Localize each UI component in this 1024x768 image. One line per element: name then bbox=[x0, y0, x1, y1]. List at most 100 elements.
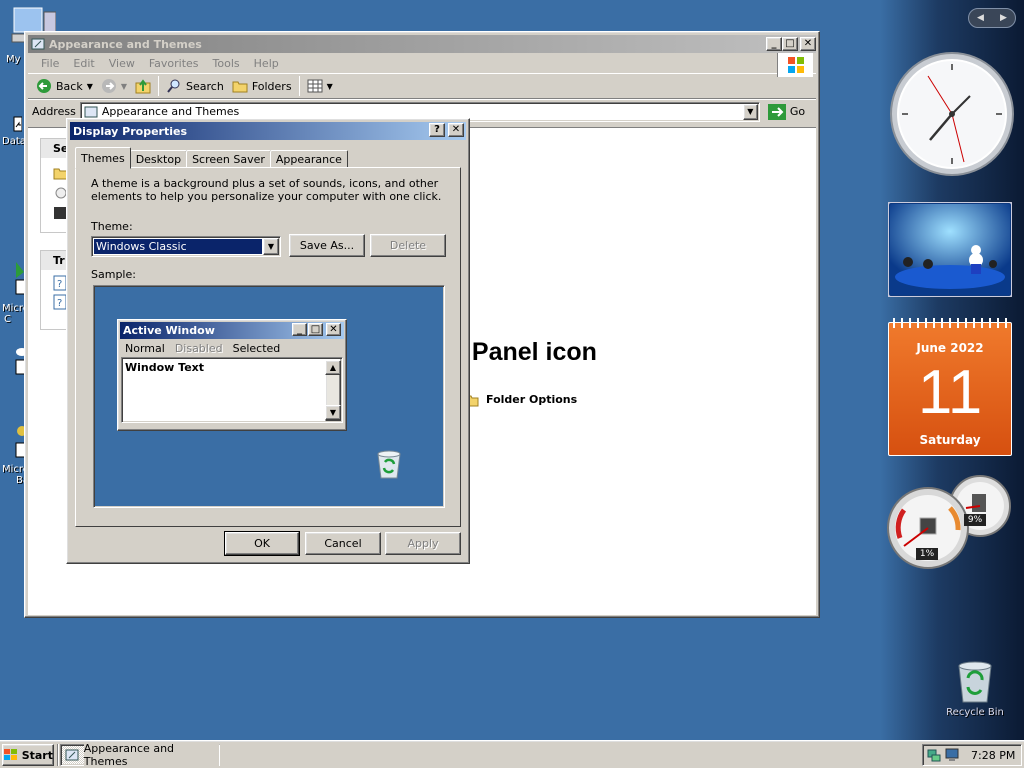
themes-panel: A theme is a background plus a set of so… bbox=[75, 167, 461, 527]
recycle-bin-icon bbox=[377, 450, 401, 479]
menu-edit[interactable]: Edit bbox=[66, 57, 101, 70]
taskbar: Start Appearance and Themes 7:28 PM bbox=[0, 740, 1024, 768]
calendar-weekday: Saturday bbox=[919, 433, 981, 447]
task-label: Appearance and Themes bbox=[83, 742, 219, 768]
recycle-bin-label: Recycle Bin bbox=[946, 707, 1004, 718]
system-tray: 7:28 PM bbox=[922, 744, 1022, 766]
close-button[interactable]: ✕ bbox=[800, 37, 816, 51]
slideshow-gadget[interactable] bbox=[888, 202, 1012, 297]
theme-select[interactable]: Windows Classic ▼ bbox=[91, 236, 281, 257]
dialog-close-button[interactable]: ✕ bbox=[448, 123, 464, 137]
cancel-button[interactable]: Cancel bbox=[305, 532, 381, 555]
maximize-button[interactable]: □ bbox=[782, 37, 798, 51]
control-panel-icon bbox=[65, 749, 79, 761]
cpu-percent: 1% bbox=[919, 549, 935, 559]
sample-menu-disabled: Disabled bbox=[174, 341, 223, 355]
menu-favorites[interactable]: Favorites bbox=[142, 57, 206, 70]
calendar-gadget[interactable]: June 2022 11 Saturday bbox=[888, 318, 1012, 456]
clock-gadget[interactable] bbox=[888, 50, 1016, 178]
address-dropdown-button[interactable]: ▼ bbox=[742, 103, 758, 120]
sample-label: Sample: bbox=[91, 268, 136, 281]
toolbar-separator bbox=[298, 76, 300, 96]
control-panel-icon bbox=[31, 38, 45, 50]
up-folder-icon bbox=[135, 79, 151, 94]
minimize-button[interactable]: _ bbox=[766, 37, 782, 51]
chevron-down-icon[interactable]: ▼ bbox=[87, 82, 93, 91]
network-icon[interactable] bbox=[927, 748, 941, 762]
sidebar-prev-icon[interactable]: ◀ bbox=[977, 13, 984, 23]
back-arrow-icon bbox=[37, 79, 51, 93]
calendar-day: 11 bbox=[917, 358, 983, 427]
address-label: Address bbox=[32, 105, 76, 118]
delete-button[interactable]: Delete bbox=[370, 234, 446, 257]
sample-minimize-icon: _ bbox=[292, 323, 307, 336]
views-grid-icon bbox=[307, 79, 323, 93]
svg-text:?: ? bbox=[57, 298, 62, 309]
cpu-meter-gadget[interactable] bbox=[886, 472, 1018, 572]
menu-help[interactable]: Help bbox=[247, 57, 286, 70]
explorer-title: Appearance and Themes bbox=[49, 37, 202, 51]
help-button[interactable]: ? bbox=[429, 123, 445, 137]
sample-window-text: Window Text bbox=[125, 361, 205, 374]
sample-menu: Normal Disabled Selected bbox=[120, 339, 344, 357]
forward-arrow-icon bbox=[101, 79, 116, 93]
sidebar-next-icon[interactable]: ▶ bbox=[1000, 13, 1007, 23]
menu-bar: File Edit View Favorites Tools Help bbox=[28, 53, 816, 73]
sample-preview: Active Window _ □ ✕ Normal Disabled Sele… bbox=[93, 285, 445, 508]
sample-close-icon: ✕ bbox=[326, 323, 341, 336]
apply-button[interactable]: Apply bbox=[385, 532, 461, 555]
start-button[interactable]: Start bbox=[2, 744, 54, 766]
dialog-tabs: Themes Desktop Screen Saver Appearance bbox=[75, 147, 348, 169]
back-button[interactable]: Back ▼ bbox=[32, 78, 97, 94]
menu-file[interactable]: File bbox=[34, 57, 66, 70]
svg-text:?: ? bbox=[57, 279, 62, 290]
help-icon: ? bbox=[434, 124, 440, 135]
clock[interactable]: 7:28 PM bbox=[971, 749, 1015, 762]
recycle-bin-icon bbox=[958, 661, 992, 703]
scroll-down-icon: ▼ bbox=[325, 405, 341, 420]
save-as-button[interactable]: Save As... bbox=[289, 234, 365, 257]
sample-active-window: Active Window _ □ ✕ Normal Disabled Sele… bbox=[117, 319, 347, 431]
sample-window-title: Active Window bbox=[123, 324, 215, 337]
sample-menu-selected: Selected bbox=[232, 341, 281, 355]
display-properties-dialog: Display Properties ? ✕ Themes Desktop Sc… bbox=[66, 118, 470, 564]
theme-dropdown-button[interactable]: ▼ bbox=[263, 238, 279, 255]
views-button[interactable]: ▼ bbox=[303, 79, 337, 93]
sample-menu-normal: Normal bbox=[125, 341, 165, 355]
up-button[interactable] bbox=[131, 78, 155, 94]
scroll-up-icon: ▲ bbox=[325, 360, 341, 375]
ok-button[interactable]: OK bbox=[224, 531, 300, 556]
dialog-title: Display Properties bbox=[73, 124, 188, 138]
desktop-recycle-bin[interactable]: Recycle Bin bbox=[944, 656, 1006, 718]
explorer-titlebar[interactable]: Appearance and Themes bbox=[28, 35, 816, 53]
chevron-down-icon[interactable]: ▼ bbox=[327, 82, 333, 91]
go-button[interactable]: Go bbox=[764, 103, 809, 120]
sidebar-nav[interactable]: ◀ ▶ bbox=[968, 8, 1016, 28]
folders-button[interactable]: Folders bbox=[228, 78, 296, 94]
windows-logo-icon bbox=[777, 53, 813, 77]
display-settings-icon[interactable] bbox=[945, 748, 959, 762]
menu-view[interactable]: View bbox=[102, 57, 142, 70]
sample-text-area: Window Text ▲ ▼ bbox=[121, 357, 343, 423]
dialog-titlebar[interactable]: Display Properties bbox=[70, 122, 466, 140]
memory-percent: 9% bbox=[967, 515, 983, 525]
back-label: Back bbox=[56, 79, 83, 93]
start-label: Start bbox=[21, 748, 53, 762]
control-panel-icon bbox=[84, 106, 98, 117]
chevron-down-icon[interactable]: ▼ bbox=[121, 82, 127, 91]
taskbar-task-appearance[interactable]: Appearance and Themes bbox=[60, 742, 220, 768]
folder-icon bbox=[232, 81, 248, 93]
menu-tools[interactable]: Tools bbox=[206, 57, 247, 70]
folder-options-link[interactable]: Folder Options bbox=[464, 390, 577, 408]
folder-options-label: Folder Options bbox=[486, 392, 578, 406]
pick-control-panel-heading: l Panel icon bbox=[458, 338, 597, 366]
theme-label: Theme: bbox=[91, 220, 133, 233]
search-button[interactable]: Search bbox=[162, 78, 228, 94]
forward-button[interactable]: ▼ bbox=[97, 78, 131, 94]
address-value: Appearance and Themes bbox=[101, 105, 240, 118]
sample-maximize-icon: □ bbox=[308, 323, 323, 336]
windows-logo-icon bbox=[4, 749, 17, 760]
theme-description: A theme is a background plus a set of so… bbox=[91, 177, 442, 203]
tab-themes[interactable]: Themes bbox=[75, 147, 131, 169]
folders-label: Folders bbox=[251, 79, 292, 93]
